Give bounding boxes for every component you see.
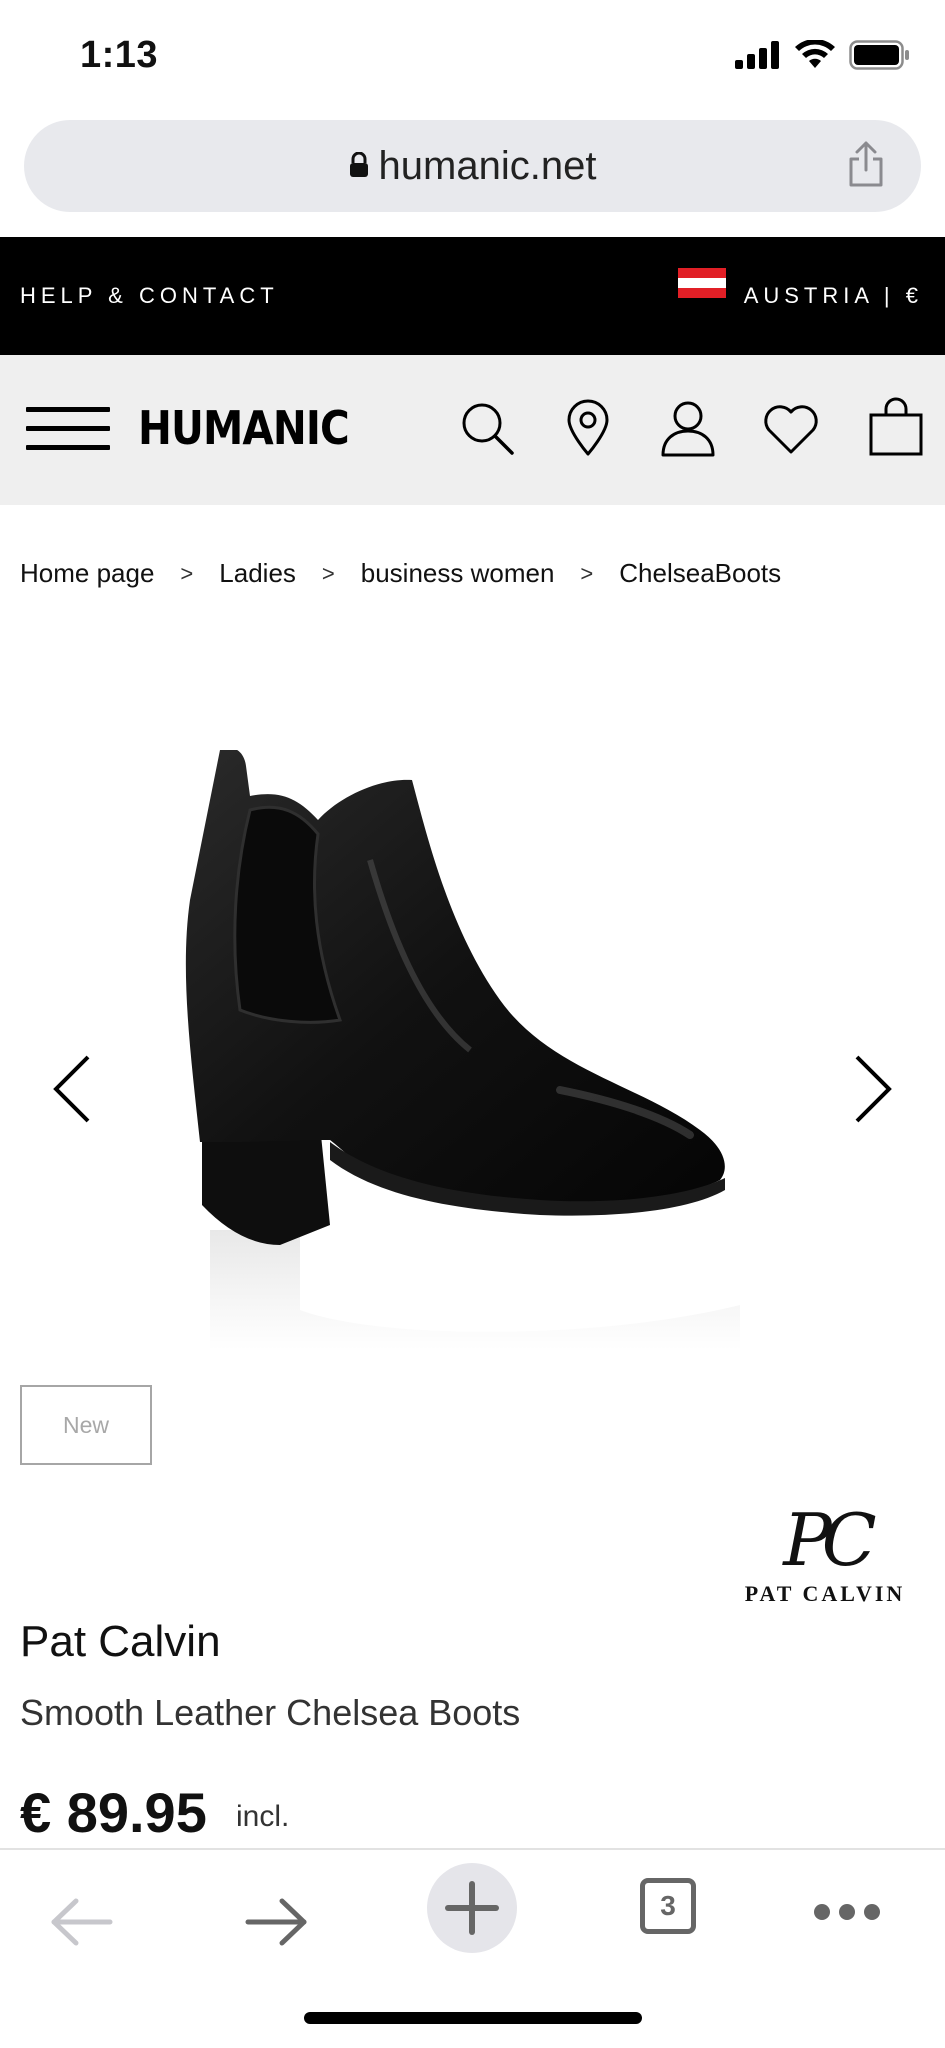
breadcrumb-item-home[interactable]: Home page [20, 558, 154, 589]
breadcrumb-separator: > [321, 560, 335, 586]
search-icon[interactable] [458, 399, 516, 457]
more-icon[interactable] [812, 1902, 882, 1922]
country-selector[interactable]: AUSTRIA | € [677, 268, 923, 309]
home-indicator[interactable] [304, 2012, 642, 2024]
product-image [185, 750, 740, 1350]
status-bar: 1:13 [0, 0, 945, 118]
share-icon[interactable] [847, 140, 885, 188]
austria-flag-icon [677, 268, 726, 298]
lock-icon [349, 152, 368, 178]
status-icons [735, 40, 911, 70]
back-arrow-icon[interactable] [50, 1898, 114, 1946]
product-gallery[interactable]: New [0, 640, 945, 1500]
price-note: incl. [236, 1800, 290, 1833]
heart-icon[interactable] [762, 403, 820, 455]
signal-icon [735, 41, 779, 69]
top-info-bar: HELP & CONTACT AUSTRIA | € [0, 237, 945, 355]
new-badge: New [20, 1385, 152, 1465]
brand-logo[interactable]: PC PAT CALVIN [725, 1498, 925, 1607]
url-text: humanic.net [378, 144, 597, 188]
breadcrumb-item-chelsea-boots[interactable]: ChelseaBoots [619, 558, 781, 589]
product-price: € 89.95 [20, 1781, 207, 1844]
status-time: 1:13 [80, 34, 159, 76]
brand-wordmark: PAT CALVIN [744, 1581, 906, 1606]
breadcrumb: Home page > Ladies > business women > Ch… [20, 558, 781, 589]
breadcrumb-separator: > [580, 560, 594, 586]
product-brand[interactable]: Pat Calvin [20, 1617, 221, 1667]
breadcrumb-item-ladies[interactable]: Ladies [219, 558, 296, 589]
menu-icon[interactable] [26, 407, 110, 451]
wifi-icon [795, 40, 835, 68]
url-text-wrapper: humanic.net [24, 144, 921, 189]
site-header: HUMANIC [0, 355, 945, 505]
country-label: AUSTRIA | € [743, 283, 923, 308]
shopping-bag-icon[interactable] [868, 397, 924, 457]
site-logo[interactable]: HUMANIC [138, 401, 350, 455]
brand-monogram: PC [783, 1498, 877, 1582]
breadcrumb-item-business-women[interactable]: business women [361, 558, 555, 589]
battery-icon [849, 40, 909, 70]
next-image-arrow-icon[interactable] [853, 1055, 893, 1123]
tabs-icon[interactable]: 3 [640, 1878, 696, 1934]
forward-arrow-icon[interactable] [244, 1898, 308, 1946]
location-pin-icon[interactable] [564, 399, 612, 457]
previous-image-arrow-icon[interactable] [52, 1055, 92, 1123]
new-tab-plus-icon[interactable] [426, 1862, 518, 1954]
product-name: Smooth Leather Chelsea Boots [20, 1692, 521, 1733]
address-bar[interactable]: humanic.net [24, 120, 921, 212]
help-contact-link[interactable]: HELP & CONTACT [20, 283, 279, 309]
user-icon[interactable] [660, 399, 716, 457]
breadcrumb-separator: > [180, 560, 194, 586]
